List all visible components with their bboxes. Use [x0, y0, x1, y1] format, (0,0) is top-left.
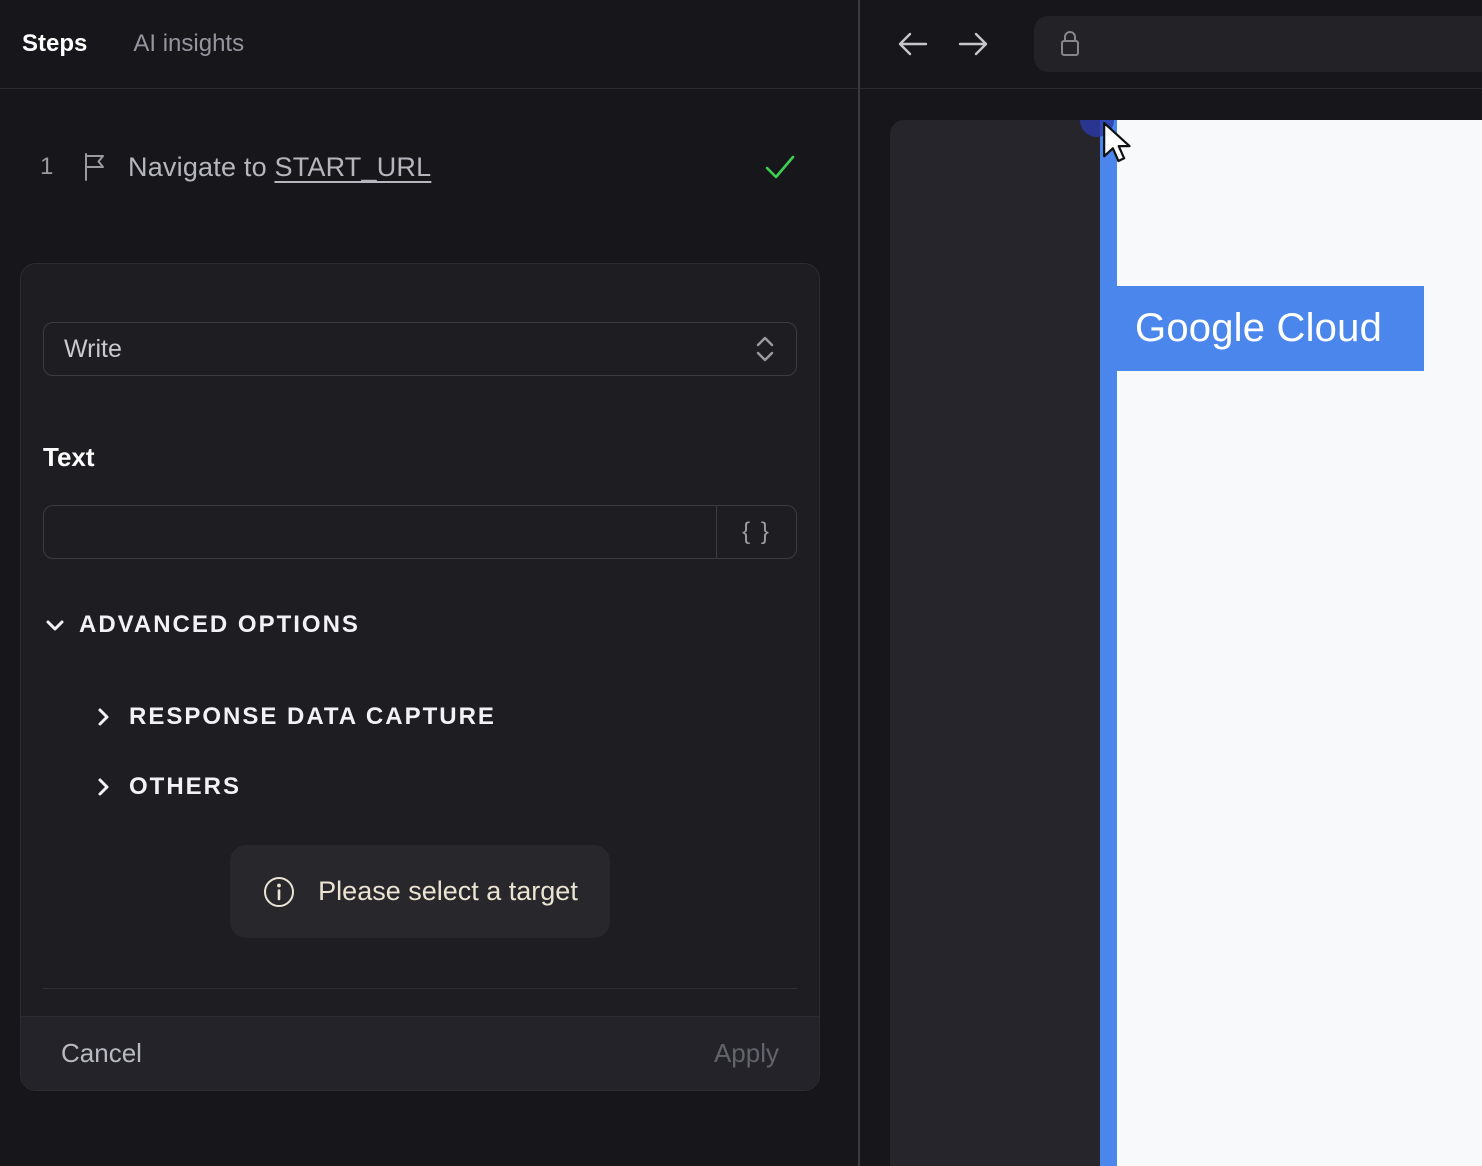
footer-divider: [43, 988, 797, 989]
mouse-cursor-icon: [1103, 121, 1131, 163]
step-title: Navigate to START_URL: [128, 151, 432, 182]
arrow-right-icon: [958, 32, 988, 56]
browser-toolbar: [860, 0, 1482, 89]
page-preview[interactable]: Google Cloud: [890, 120, 1482, 1166]
site-accent-stripe: [1100, 120, 1117, 1166]
start-url-link[interactable]: START_URL: [274, 152, 431, 182]
brand-banner[interactable]: Google Cloud: [1117, 286, 1424, 371]
apply-button[interactable]: Apply: [714, 1038, 779, 1069]
browser-panel: Google Cloud: [860, 0, 1482, 1166]
action-type-value: Write: [64, 334, 122, 363]
action-type-select[interactable]: Write: [43, 322, 797, 376]
select-chevrons-icon: [754, 334, 776, 364]
back-button[interactable]: [896, 30, 930, 58]
step-item-1[interactable]: 1 Navigate to START_URL: [0, 139, 858, 195]
browser-viewport: Google Cloud: [860, 89, 1482, 1166]
arrow-left-icon: [898, 32, 928, 56]
chevron-right-icon: [98, 708, 109, 726]
forward-button[interactable]: [956, 30, 990, 58]
advanced-options-label: ADVANCED OPTIONS: [79, 611, 360, 638]
brand-label: Google Cloud: [1135, 306, 1383, 350]
text-field-label: Text: [43, 442, 95, 472]
step-number: 1: [40, 153, 54, 180]
text-input[interactable]: [44, 506, 716, 558]
insert-variable-button[interactable]: { }: [716, 506, 796, 558]
text-input-group: { }: [43, 505, 797, 559]
select-target-tooltip: Please select a target: [230, 845, 610, 938]
advanced-options-toggle[interactable]: ADVANCED OPTIONS: [43, 611, 797, 639]
step-editor-card: Write Text { } ADVANCED OPTIONS RESPONSE…: [20, 263, 820, 1091]
panel-tabs: Steps AI insights: [0, 0, 858, 89]
others-label: OTHERS: [129, 773, 242, 800]
url-input[interactable]: [1098, 31, 1482, 57]
lock-icon: [1061, 31, 1079, 56]
chevron-right-icon: [98, 778, 109, 796]
select-target-text: Please select a target: [318, 876, 578, 906]
cancel-button[interactable]: Cancel: [61, 1038, 142, 1069]
site-dark-sidebar: [890, 120, 1100, 1166]
chevron-down-icon: [46, 620, 64, 631]
address-bar[interactable]: [1034, 16, 1482, 72]
flag-icon: [82, 152, 108, 182]
tab-ai-insights[interactable]: AI insights: [133, 30, 244, 58]
tab-steps[interactable]: Steps: [22, 30, 87, 58]
response-data-capture-label: RESPONSE DATA CAPTURE: [129, 703, 496, 730]
info-icon: [264, 876, 295, 907]
steps-panel: Steps AI insights 1 Navigate to START_UR…: [0, 0, 858, 1166]
site-page: Google Cloud: [1117, 120, 1482, 1166]
response-data-capture-toggle[interactable]: RESPONSE DATA CAPTURE: [91, 703, 797, 731]
editor-footer: Cancel Apply: [21, 1016, 819, 1090]
others-toggle[interactable]: OTHERS: [91, 773, 797, 801]
check-icon: [764, 153, 796, 181]
